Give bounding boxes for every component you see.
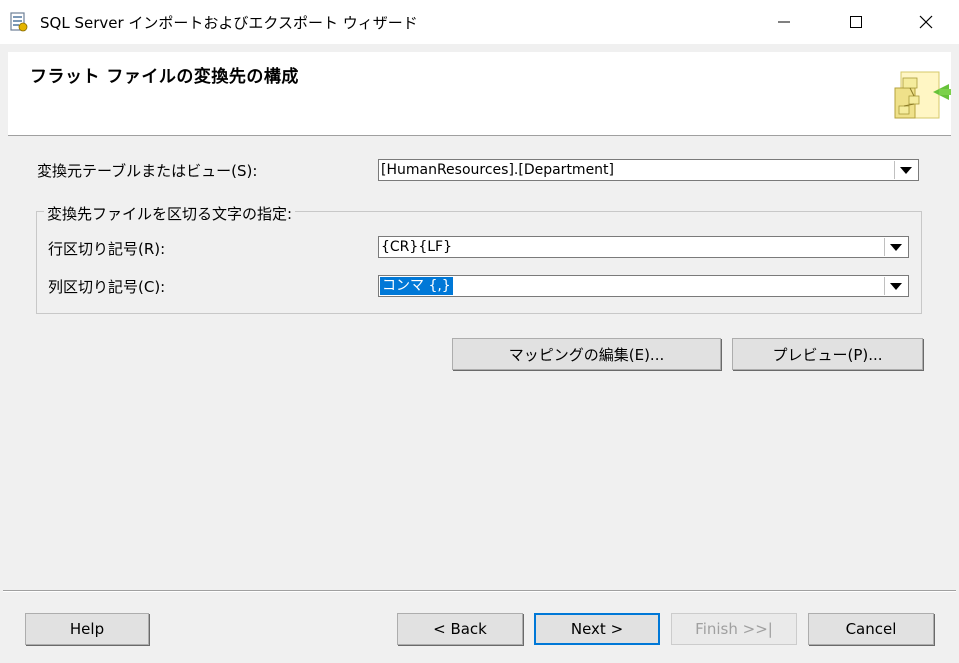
- back-button[interactable]: < Back: [397, 613, 523, 645]
- close-button[interactable]: [891, 0, 959, 44]
- dropdown-button[interactable]: [894, 161, 917, 179]
- column-delimiter-combo[interactable]: コンマ {,}: [378, 275, 909, 297]
- source-table-combo[interactable]: [HumanResources].[Department]: [378, 159, 919, 181]
- row-delimiter-label: 行区切り記号(R):: [48, 240, 166, 258]
- preview-button[interactable]: プレビュー(P)...: [732, 338, 923, 370]
- source-table-label: 変換元テーブルまたはビュー(S):: [37, 162, 258, 180]
- delimiter-group-label: 変換先ファイルを区切る文字の指定:: [44, 203, 296, 224]
- chevron-down-icon: [890, 243, 902, 251]
- help-button[interactable]: Help: [25, 613, 149, 645]
- minimize-button[interactable]: [749, 0, 819, 44]
- column-delimiter-label: 列区切り記号(C):: [48, 278, 166, 296]
- finish-button[interactable]: Finish >>|: [671, 613, 797, 645]
- column-delimiter-value: コンマ {,}: [380, 277, 453, 295]
- row-delimiter-value: {CR}{LF}: [381, 239, 452, 255]
- flat-file-wizard-icon: [894, 71, 951, 119]
- close-icon: [919, 15, 933, 29]
- cancel-button[interactable]: Cancel: [808, 613, 934, 645]
- minimize-icon: [778, 21, 790, 23]
- footer-separator: [3, 590, 956, 592]
- row-delimiter-combo[interactable]: {CR}{LF}: [378, 236, 909, 258]
- dropdown-button[interactable]: [884, 238, 907, 256]
- next-button[interactable]: Next >: [534, 613, 660, 645]
- delimiter-group: [36, 211, 922, 314]
- page-title: フラット ファイルの変換先の構成: [30, 67, 299, 87]
- wizard-header: フラット ファイルの変換先の構成: [8, 52, 951, 136]
- wizard-app-icon: [10, 12, 28, 32]
- window-title: SQL Server インポートおよびエクスポート ウィザード: [40, 14, 418, 32]
- maximize-icon: [850, 16, 862, 28]
- edit-mappings-button[interactable]: マッピングの編集(E)...: [452, 338, 721, 370]
- chevron-down-icon: [900, 166, 912, 174]
- source-table-value: [HumanResources].[Department]: [381, 162, 615, 178]
- dropdown-button[interactable]: [884, 277, 907, 295]
- chevron-down-icon: [890, 282, 902, 290]
- title-bar: SQL Server インポートおよびエクスポート ウィザード: [0, 0, 959, 44]
- maximize-button[interactable]: [821, 0, 891, 44]
